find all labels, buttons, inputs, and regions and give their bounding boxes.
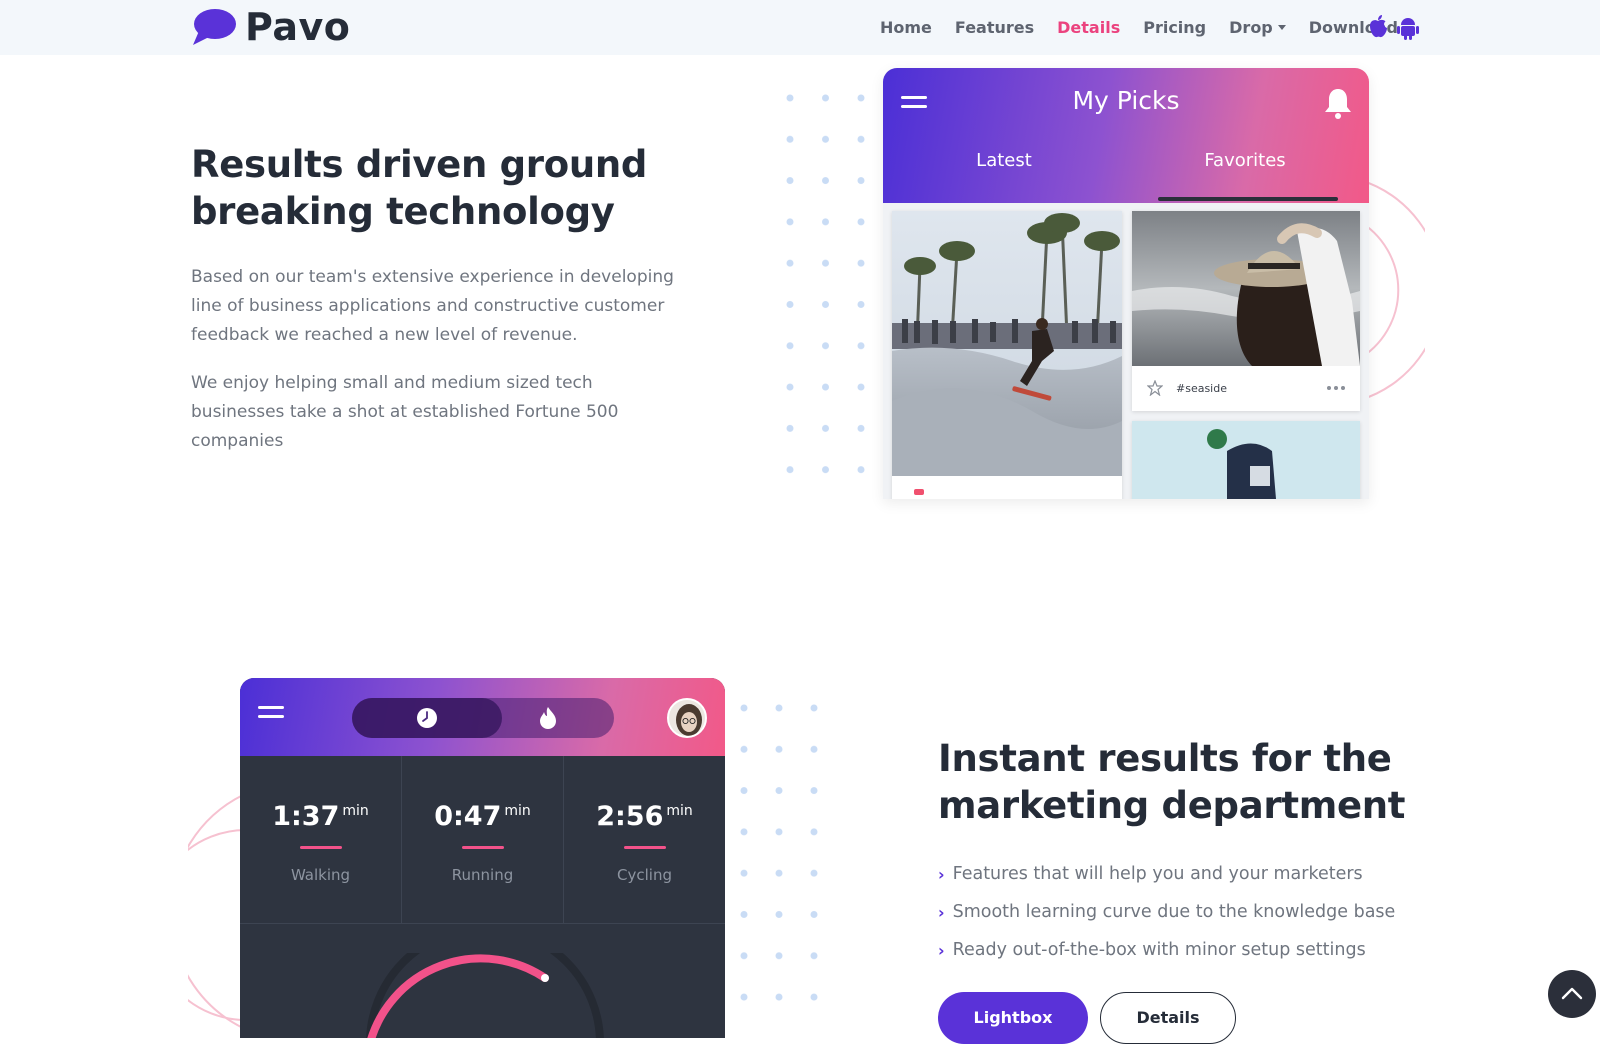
decorative-arc-left xyxy=(188,794,247,1028)
stat-walking-unit: min xyxy=(342,803,369,819)
tab-latest[interactable]: Latest xyxy=(904,150,1104,171)
section1-paragraph-2-line1: We enjoy helping small and medium sized … xyxy=(191,373,593,393)
tab-favorites[interactable]: Favorites xyxy=(1145,150,1345,171)
chevron-right-icon: › xyxy=(938,940,945,960)
skatepark-photo xyxy=(892,211,1122,476)
more-options-icon[interactable] xyxy=(1326,385,1346,391)
list-item-text: Features that will help you and your mar… xyxy=(952,864,1363,884)
decorative-dot-grid xyxy=(782,90,866,480)
stat-cycling-value: 2:56 xyxy=(596,801,664,832)
avatar-image xyxy=(669,700,705,736)
photo-card-skater[interactable] xyxy=(1132,421,1360,499)
apple-icon[interactable] xyxy=(1366,14,1390,40)
stat-walking-label: Walking xyxy=(290,866,351,884)
list-item-text: Ready out-of-the-box with minor setup se… xyxy=(952,940,1366,960)
stat-divider xyxy=(300,846,342,849)
list-item-text: Smooth learning curve due to the knowled… xyxy=(952,902,1396,922)
decorative-dot-grid-2 xyxy=(736,700,820,1010)
stat-running-value-row: 0:47 min xyxy=(402,801,563,832)
avatar[interactable] xyxy=(667,698,707,738)
section1-paragraph-1-line2: line of business applications and constr… xyxy=(191,296,665,316)
stat-walking: 1:37 min Walking xyxy=(240,756,402,924)
stat-running-value: 0:47 xyxy=(434,801,502,832)
stat-walking-value-row: 1:37 min xyxy=(240,801,401,832)
chevron-right-icon: › xyxy=(938,864,945,884)
heart-icon[interactable] xyxy=(914,489,924,495)
chevron-right-icon: › xyxy=(938,902,945,922)
section2-title: Instant results for the marketing depart… xyxy=(938,735,1406,829)
section1-title-line1: Results driven ground xyxy=(191,143,648,186)
stat-cycling-value-row: 2:56 min xyxy=(564,801,725,832)
section1-paragraph-1: Based on our team's extensive experience… xyxy=(191,263,674,350)
phone-mockup-fitness: 1:37 min Walking 0:47 min Running 2:56 min … xyxy=(240,678,725,1038)
section1-title-line2: breaking technology xyxy=(191,190,615,233)
nav-features[interactable]: Features xyxy=(955,18,1034,37)
phone-feed: #seaside xyxy=(883,203,1369,499)
stat-cycling-label: Cycling xyxy=(617,866,672,884)
chevron-up-icon xyxy=(1561,987,1583,1000)
section1-paragraph-2: We enjoy helping small and medium sized … xyxy=(191,369,618,456)
phone-header: My Picks Latest Favorites xyxy=(883,68,1369,203)
seaside-photo xyxy=(1132,211,1360,366)
mode-toggle[interactable] xyxy=(352,698,614,738)
section1-paragraph-1-line1: Based on our team's extensive experience… xyxy=(191,267,674,287)
details-button[interactable]: Details xyxy=(1100,992,1236,1044)
stat-cycling: 2:56 min Cycling xyxy=(564,756,725,924)
skater-photo xyxy=(1132,421,1360,499)
phone-mockup-my-picks: My Picks Latest Favorites #seaside xyxy=(883,68,1369,499)
photo-card-skatepark[interactable] xyxy=(892,211,1122,499)
list-item: › Smooth learning curve due to the knowle… xyxy=(938,893,1395,931)
clock-icon[interactable] xyxy=(416,707,438,729)
nav-drop-dropdown[interactable]: Drop xyxy=(1229,18,1286,37)
fitness-header xyxy=(240,678,725,756)
phone-title: My Picks xyxy=(1072,86,1180,115)
nav-details[interactable]: Details xyxy=(1057,18,1120,37)
chat-bubble-icon xyxy=(193,9,236,45)
bell-icon[interactable] xyxy=(1323,86,1353,120)
hamburger-menu-icon[interactable] xyxy=(258,704,286,722)
stat-running-unit: min xyxy=(504,803,531,819)
lightbox-button[interactable]: Lightbox xyxy=(938,992,1088,1044)
stat-running: 0:47 min Running xyxy=(402,756,564,924)
section2-title-line2: marketing department xyxy=(938,784,1406,827)
nav-home[interactable]: Home xyxy=(880,18,932,37)
stat-cycling-unit: min xyxy=(666,803,693,819)
flame-icon[interactable] xyxy=(538,706,558,730)
list-item: › Ready out-of-the-box with minor setup s… xyxy=(938,931,1395,969)
nav-pricing[interactable]: Pricing xyxy=(1143,18,1206,37)
stat-divider xyxy=(462,846,504,849)
stat-walking-value: 1:37 xyxy=(272,801,340,832)
nav-drop-label: Drop xyxy=(1229,18,1273,37)
section1-title: Results driven ground breaking technolog… xyxy=(191,141,647,235)
stat-divider xyxy=(624,846,666,849)
navbar: Pavo Home Features Details Pricing Drop … xyxy=(0,0,1600,55)
brand-name: Pavo xyxy=(245,5,351,49)
star-icon[interactable] xyxy=(1147,380,1163,396)
section1-paragraph-1-line3: feedback we reached a new level of reven… xyxy=(191,325,578,345)
progress-ring xyxy=(366,953,604,1038)
feature-list: › Features that will help you and your ma… xyxy=(938,855,1395,969)
stat-running-label: Running xyxy=(451,866,514,884)
list-item: › Features that will help you and your ma… xyxy=(938,855,1395,893)
section1-paragraph-2-line3: companies xyxy=(191,431,284,451)
brand-logo[interactable]: Pavo xyxy=(191,5,351,49)
nav-menu: Home Features Details Pricing Drop Downl… xyxy=(880,0,1421,55)
section1-paragraph-2-line2: businesses take a shot at established Fo… xyxy=(191,402,619,422)
photo-card-seaside[interactable]: #seaside xyxy=(1132,211,1360,411)
back-to-top-button[interactable] xyxy=(1548,970,1596,1018)
store-icons xyxy=(1366,14,1420,40)
photo-tag[interactable]: #seaside xyxy=(1176,382,1227,395)
caret-down-icon xyxy=(1277,25,1286,30)
android-icon[interactable] xyxy=(1396,14,1420,40)
active-tab-indicator xyxy=(1158,197,1338,201)
section2-title-line1: Instant results for the xyxy=(938,737,1392,780)
